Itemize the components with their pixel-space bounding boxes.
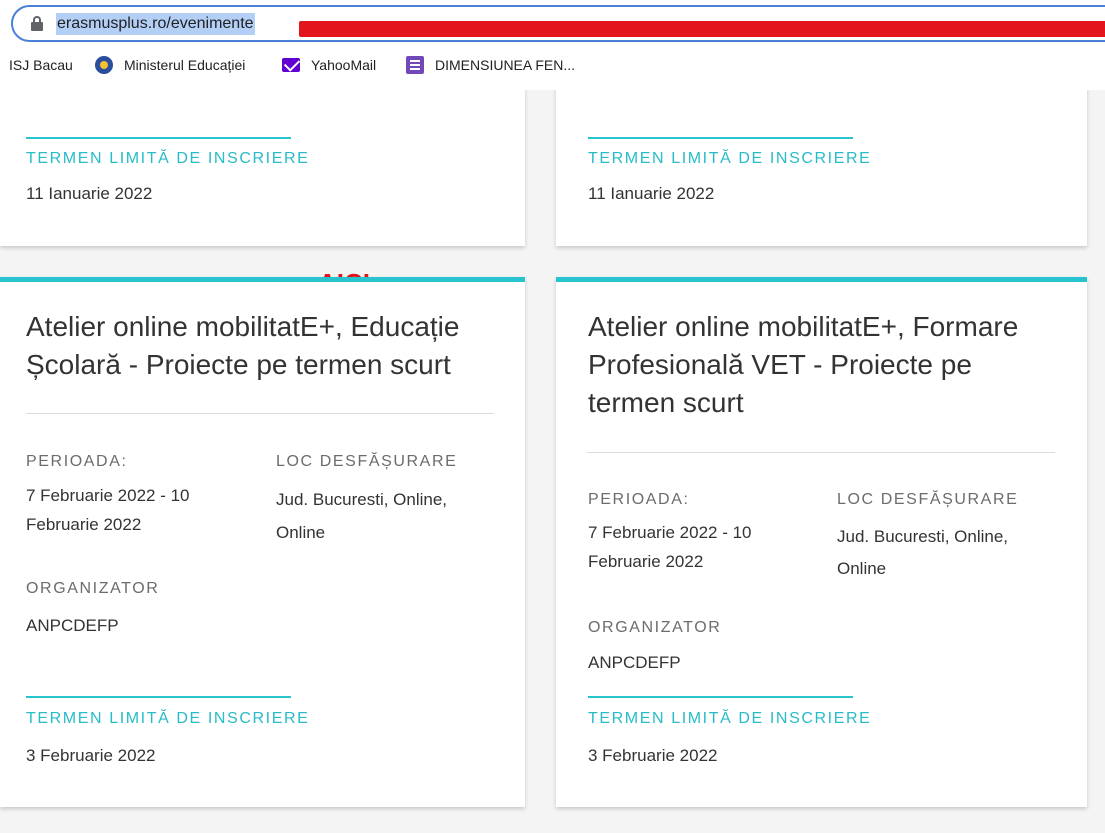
period-line: Februarie 2022 [588, 552, 704, 571]
event-card-vet[interactable]: Atelier online mobilitatE+, Formare Prof… [556, 277, 1087, 807]
deadline-label: TERMEN LIMITĂ DE INSCRIERE [26, 150, 310, 167]
event-title-line: termen scurt [588, 387, 744, 418]
event-card-scolara[interactable]: Atelier online mobilitatE+, Educație Șco… [0, 277, 525, 807]
deadline-rule [588, 696, 853, 698]
address-bar[interactable]: erasmusplus.ro/evenimente [11, 5, 1105, 42]
deadline-label: TERMEN LIMITĂ DE INSCRIERE [26, 710, 310, 727]
organizer-value: ANPCDEFP [588, 653, 681, 672]
url-text[interactable]: erasmusplus.ro/evenimente [56, 13, 255, 35]
bookmark-label: Ministerul Educației [124, 57, 246, 73]
event-card-top-right[interactable]: TERMEN LIMITĂ DE INSCRIERE 11 Ianuarie 2… [556, 90, 1087, 246]
organizer-value: ANPCDEFP [26, 616, 119, 635]
event-title-line: Atelier online mobilitatE+, Educație [26, 311, 460, 342]
location-value: Jud. Bucuresti, Online, Online [276, 483, 447, 549]
event-title[interactable]: Atelier online mobilitatE+, Formare Prof… [588, 308, 1018, 422]
deadline-rule [588, 137, 853, 139]
location-line: Jud. Bucuresti, Online, [837, 527, 1009, 546]
redaction-bar [299, 21, 1105, 37]
bookmarks-bar: ISJ Bacau Ministerul Educației YahooMail… [0, 50, 1105, 80]
title-divider [26, 413, 494, 414]
event-card-top-left[interactable]: TERMEN LIMITĂ DE INSCRIERE 11 Ianuarie 2… [0, 90, 525, 246]
form-icon [406, 56, 424, 74]
bookmark-label: YahooMail [311, 57, 377, 73]
deadline-rule [26, 696, 291, 698]
government-crest-icon [95, 56, 113, 74]
deadline-label: TERMEN LIMITĂ DE INSCRIERE [588, 150, 872, 167]
period-label: PERIOADA: [588, 491, 690, 508]
deadline-value: 3 Februarie 2022 [26, 746, 156, 765]
location-label: LOC DESFĂȘURARE [837, 491, 1019, 508]
bookmark-isj-bacau[interactable]: ISJ Bacau [9, 50, 73, 80]
period-value: 7 Februarie 2022 - 10 Februarie 2022 [26, 481, 190, 539]
deadline-value: 3 Februarie 2022 [588, 746, 718, 765]
event-title-line: Atelier online mobilitatE+, Formare [588, 311, 1019, 342]
location-line: Online [276, 523, 326, 542]
organizer-label: ORGANIZATOR [26, 580, 160, 597]
bookmark-label: DIMENSIUNEA FEN... [435, 57, 576, 73]
event-title-line: Școlară - Proiecte pe termen scurt [26, 349, 451, 380]
lock-icon[interactable] [31, 16, 43, 32]
period-line: Februarie 2022 [26, 515, 142, 534]
deadline-label: TERMEN LIMITĂ DE INSCRIERE [588, 710, 872, 727]
mail-icon [282, 58, 300, 72]
title-divider [587, 452, 1055, 453]
event-title[interactable]: Atelier online mobilitatE+, Educație Șco… [26, 308, 459, 384]
location-label: LOC DESFĂȘURARE [276, 453, 458, 470]
deadline-value: 11 Ianuarie 2022 [588, 184, 715, 203]
deadline-rule [26, 137, 291, 139]
period-line: 7 Februarie 2022 - 10 [588, 523, 752, 542]
period-label: PERIOADA: [26, 453, 128, 470]
events-page: TERMEN LIMITĂ DE INSCRIERE 11 Ianuarie 2… [0, 90, 1105, 833]
location-line: Online [837, 559, 887, 578]
bookmark-yahoomail[interactable]: YahooMail [282, 50, 376, 80]
location-line: Jud. Bucuresti, Online, [276, 490, 448, 509]
event-title-line: Profesională VET - Proiecte pe [588, 349, 972, 380]
period-line: 7 Februarie 2022 - 10 [26, 486, 190, 505]
deadline-value: 11 Ianuarie 2022 [26, 184, 153, 203]
location-value: Jud. Bucuresti, Online, Online [837, 521, 1008, 585]
bookmark-ministerul-educatiei[interactable]: Ministerul Educației [95, 50, 245, 80]
bookmark-label: ISJ Bacau [9, 57, 73, 73]
period-value: 7 Februarie 2022 - 10 Februarie 2022 [588, 518, 752, 576]
browser-chrome: erasmusplus.ro/evenimente ISJ Bacau Mini… [0, 0, 1105, 90]
organizer-label: ORGANIZATOR [588, 619, 722, 636]
bookmark-dimensiunea[interactable]: DIMENSIUNEA FEN... [406, 50, 575, 80]
